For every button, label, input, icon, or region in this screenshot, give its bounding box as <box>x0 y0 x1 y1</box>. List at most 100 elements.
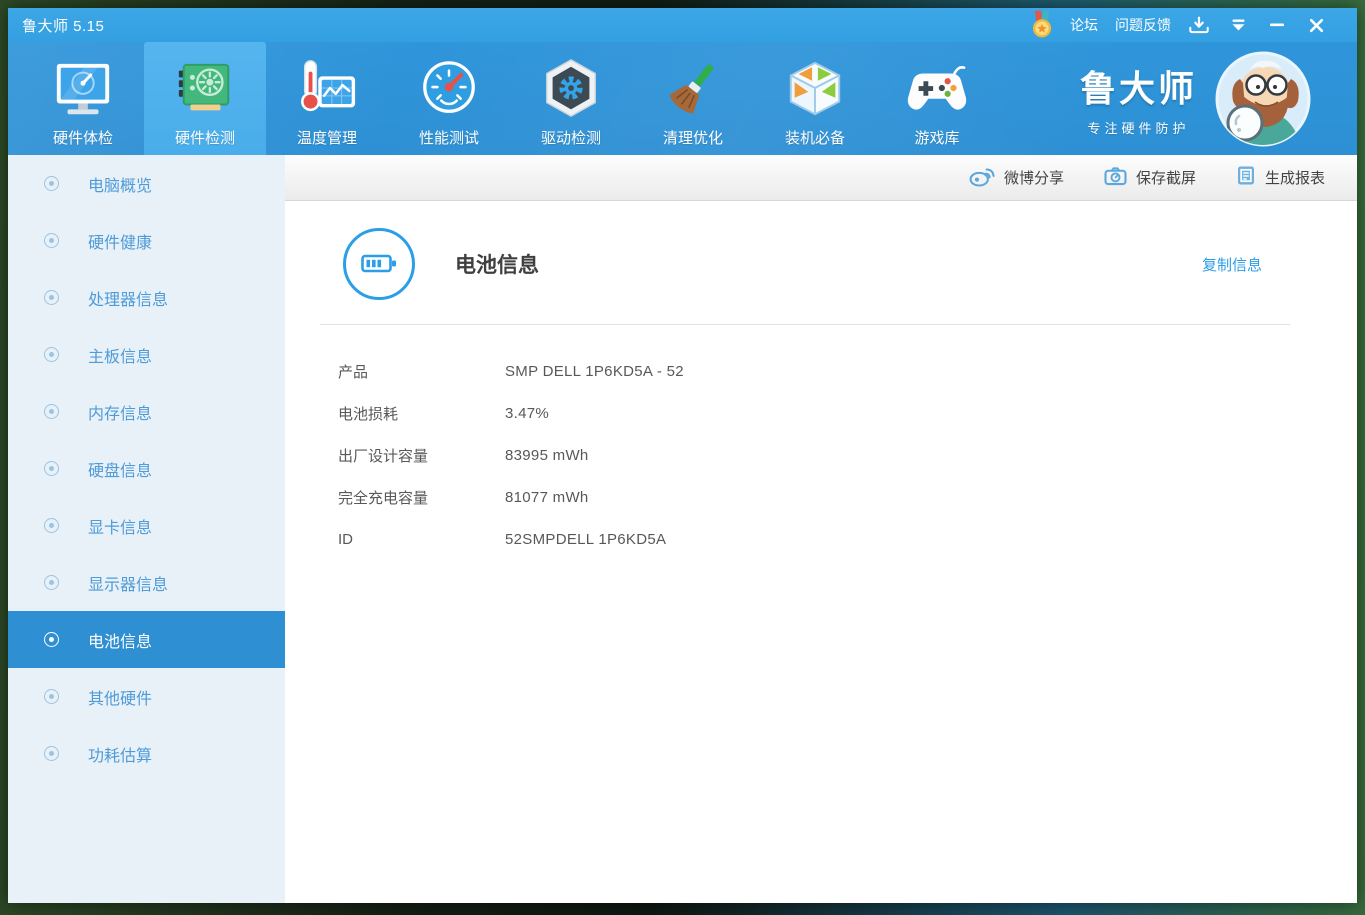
toolbar-item-performance-test[interactable]: 性能测试 <box>388 42 510 155</box>
sidebar-item-label: 其他硬件 <box>88 690 153 708</box>
radio-icon <box>44 290 59 305</box>
field-value: 3.47% <box>505 404 550 422</box>
minimize-button[interactable] <box>1266 14 1288 36</box>
radio-icon <box>44 347 59 362</box>
brand-area: 鲁大师 专注硬件防护 <box>1080 42 1357 155</box>
toolbar-item-game-library[interactable]: 游戏库 <box>876 42 998 155</box>
toolbar-item-hardware-detection[interactable]: 硬件检测 <box>144 42 266 155</box>
table-row: 出厂设计容量 83995 mWh <box>338 434 1357 476</box>
radio-icon <box>44 746 59 761</box>
weibo-share-button[interactable]: 微博分享 <box>969 164 1064 191</box>
field-label: 出厂设计容量 <box>338 447 429 465</box>
sidebar-item-hardware-health[interactable]: 硬件健康 <box>8 212 285 269</box>
toolbar-item-essential-software[interactable]: 装机必备 <box>754 42 876 155</box>
sidebar-item-computer-overview[interactable]: 电脑概览 <box>8 155 285 212</box>
mascot-avatar <box>1215 51 1311 147</box>
toolbar-item-label: 装机必备 <box>784 130 845 147</box>
camera-icon <box>1104 166 1127 190</box>
hexagon-gear-icon <box>536 53 606 125</box>
feedback-link[interactable]: 问题反馈 <box>1115 15 1171 35</box>
toolbar-item-driver-detection[interactable]: 驱动检测 <box>510 42 632 155</box>
radio-icon <box>44 518 59 533</box>
sidebar-item-label: 处理器信息 <box>88 291 169 309</box>
sidebar-item-label: 电脑概览 <box>88 177 153 195</box>
close-button[interactable] <box>1305 14 1327 36</box>
header-divider <box>320 324 1290 325</box>
brand-tagline: 专注硬件防护 <box>1087 121 1190 136</box>
content-panel: 微博分享 保存截屏 生成报表 电池信息 复制信息 产品 SMP DELL 1P6… <box>285 155 1357 903</box>
toolbar-item-label: 硬件检测 <box>174 130 235 147</box>
field-label: 完全充电容量 <box>338 489 429 507</box>
table-row: 完全充电容量 81077 mWh <box>338 476 1357 518</box>
toolbar-item-label: 温度管理 <box>296 130 357 147</box>
toolbar-item-cleanup-optimization[interactable]: 清理优化 <box>632 42 754 155</box>
battery-icon <box>343 228 415 300</box>
weibo-icon <box>969 164 995 191</box>
radio-icon <box>44 689 59 704</box>
dropdown-caret-icon[interactable] <box>1227 14 1249 36</box>
weibo-share-label: 微博分享 <box>1003 170 1064 187</box>
table-row: 产品 SMP DELL 1P6KD5A - 52 <box>338 350 1357 392</box>
field-value: SMP DELL 1P6KD5A - 52 <box>505 362 684 380</box>
radio-icon <box>44 404 59 419</box>
cube-icon <box>780 53 850 125</box>
page-header: 电池信息 复制信息 <box>285 201 1357 300</box>
app-window: 鲁大师 5.15 论坛 问题反馈 硬件体检 硬件检测 温度管理 性能测试 驱动检… <box>8 8 1357 903</box>
save-screenshot-button[interactable]: 保存截屏 <box>1104 166 1196 190</box>
generate-report-label: 生成报表 <box>1264 170 1325 187</box>
download-icon[interactable] <box>1188 14 1210 36</box>
sidebar-item-label: 硬盘信息 <box>88 462 153 480</box>
medal-icon[interactable] <box>1031 10 1053 38</box>
sidebar-item-power-estimate[interactable]: 功耗估算 <box>8 725 285 782</box>
sidebar-item-label: 主板信息 <box>88 348 153 366</box>
field-value: 52SMPDELL 1P6KD5A <box>505 530 667 548</box>
main-toolbar: 硬件体检 硬件检测 温度管理 性能测试 驱动检测 清理优化 装机必备 游戏库 鲁… <box>8 42 1357 155</box>
page-title: 电池信息 <box>455 254 539 277</box>
sidebar-item-label: 内存信息 <box>88 405 153 423</box>
generate-report-button[interactable]: 生成报表 <box>1236 165 1325 190</box>
toolbar-item-temperature-management[interactable]: 温度管理 <box>266 42 388 155</box>
sidebar-item-other-hardware[interactable]: 其他硬件 <box>8 668 285 725</box>
speedometer-icon <box>414 53 484 125</box>
radio-icon <box>44 575 59 590</box>
broom-icon <box>658 53 728 125</box>
title-bar[interactable]: 鲁大师 5.15 论坛 问题反馈 <box>8 8 1357 42</box>
radio-icon <box>44 233 59 248</box>
field-label: 电池损耗 <box>338 405 399 423</box>
toolbar-item-label: 硬件体检 <box>52 130 113 147</box>
battery-info-table: 产品 SMP DELL 1P6KD5A - 52 电池损耗 3.47% 出厂设计… <box>338 350 1357 560</box>
sidebar-item-monitor-info[interactable]: 显示器信息 <box>8 554 285 611</box>
sidebar-item-label: 硬件健康 <box>88 234 153 252</box>
toolbar-item-label: 性能测试 <box>418 130 479 147</box>
sidebar-item-memory-info[interactable]: 内存信息 <box>8 383 285 440</box>
sidebar-item-motherboard-info[interactable]: 主板信息 <box>8 326 285 383</box>
sidebar-item-gpu-info[interactable]: 显卡信息 <box>8 497 285 554</box>
content-action-bar: 微博分享 保存截屏 生成报表 <box>285 155 1357 201</box>
radio-icon <box>44 176 59 191</box>
sidebar-item-label: 功耗估算 <box>88 747 153 765</box>
gpu-card-icon <box>170 53 240 125</box>
sidebar-item-label: 显卡信息 <box>88 519 153 537</box>
monitor-gauge-icon <box>48 53 118 125</box>
radio-icon <box>44 461 59 476</box>
table-row: ID 52SMPDELL 1P6KD5A <box>338 518 1357 560</box>
sidebar-item-disk-info[interactable]: 硬盘信息 <box>8 440 285 497</box>
toolbar-item-label: 游戏库 <box>914 130 960 147</box>
sidebar-item-battery-info[interactable]: 电池信息 <box>8 611 285 668</box>
toolbar-item-label: 清理优化 <box>662 130 723 147</box>
table-row: 电池损耗 3.47% <box>338 392 1357 434</box>
app-title: 鲁大师 5.15 <box>22 17 105 35</box>
save-screenshot-label: 保存截屏 <box>1135 170 1196 187</box>
field-label: ID <box>338 530 353 548</box>
sidebar: 电脑概览 硬件健康 处理器信息 主板信息 内存信息 硬盘信息 显卡信息 显示器信… <box>8 155 285 903</box>
sidebar-item-cpu-info[interactable]: 处理器信息 <box>8 269 285 326</box>
copy-info-link[interactable]: 复制信息 <box>1202 254 1262 275</box>
thermometer-chart-icon <box>292 53 362 125</box>
gamepad-icon <box>902 53 972 125</box>
toolbar-item-label: 驱动检测 <box>540 130 601 147</box>
radio-icon <box>44 632 59 647</box>
field-value: 81077 mWh <box>505 488 589 506</box>
brand-name: 鲁大师 <box>1079 68 1197 109</box>
forum-link[interactable]: 论坛 <box>1070 15 1098 35</box>
toolbar-item-hardware-checkup[interactable]: 硬件体检 <box>22 42 144 155</box>
